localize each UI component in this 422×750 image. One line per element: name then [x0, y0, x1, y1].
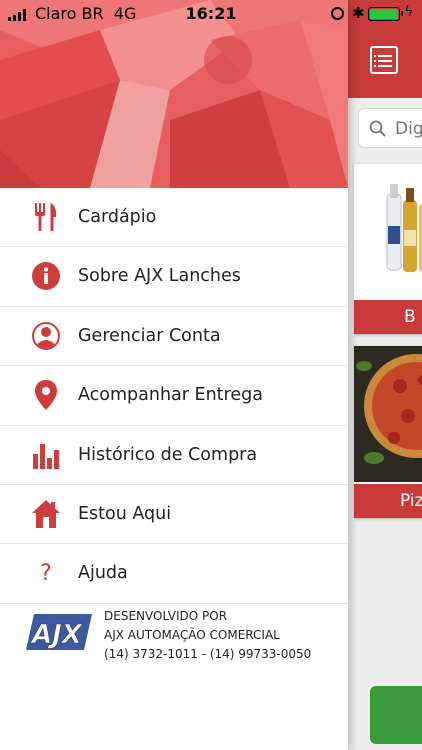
bluetooth-icon: ✱: [352, 4, 365, 22]
drawer-footer: AJX DESENVOLVIDO POR AJX AUTOMAÇÃO COMER…: [0, 604, 348, 674]
background-app-screen: B Piz: [348, 0, 422, 750]
menu-item-label: Ajuda: [78, 563, 128, 584]
menu-item-label: Sobre AJX Lanches: [78, 266, 241, 287]
ajx-logo: AJX: [26, 612, 92, 656]
alarm-icon: [331, 7, 344, 20]
user-icon: [30, 319, 62, 353]
menu-item-label: Estou Aqui: [78, 503, 172, 524]
menu-item-label: Gerenciar Conta: [78, 325, 221, 346]
pizza-image: [354, 346, 422, 482]
charging-bolt-icon: ϟ: [404, 4, 414, 20]
navigation-drawer: Cardápio Sobre AJX Lanches Gerenciar Con…: [0, 0, 348, 750]
menu-list-icon[interactable]: [370, 46, 398, 74]
svg-text:AJX: AJX: [30, 620, 84, 650]
menu-item-ajuda[interactable]: ? Ajuda: [0, 544, 348, 604]
menu-item-estou-aqui[interactable]: Estou Aqui: [0, 485, 348, 545]
bar-chart-icon: [30, 438, 62, 472]
menu-item-historico[interactable]: Histórico de Compra: [0, 426, 348, 485]
developer-phones: (14) 3732-1011 - (14) 99733-0050: [104, 647, 312, 661]
battery-icon: [368, 7, 403, 21]
card-caption: Piz: [354, 484, 422, 518]
home-icon: [30, 497, 62, 531]
menu-item-sobre[interactable]: Sobre AJX Lanches: [0, 247, 348, 307]
menu-item-label: Histórico de Compra: [78, 444, 258, 465]
developer-company: AJX AUTOMAÇÃO COMERCIAL: [104, 628, 280, 642]
status-bar: Claro BR 4G 16:21 ✱ ϟ: [0, 0, 422, 28]
info-icon: [30, 259, 62, 293]
green-action-button[interactable]: [370, 686, 422, 744]
drinks-image: [354, 164, 422, 300]
drawer-menu: Cardápio Sobre AJX Lanches Gerenciar Con…: [0, 188, 348, 604]
question-icon: ?: [40, 560, 52, 586]
menu-item-label: Cardápio: [78, 207, 157, 227]
search-input[interactable]: [395, 117, 422, 141]
category-card-drinks[interactable]: B: [354, 164, 422, 334]
developer-credit: DESENVOLVIDO POR: [104, 609, 228, 623]
menu-item-gerenciar-conta[interactable]: Gerenciar Conta: [0, 307, 348, 367]
search-box[interactable]: [358, 108, 422, 148]
fork-knife-icon: [30, 200, 62, 234]
category-card-pizza[interactable]: Piz: [354, 346, 422, 518]
menu-item-acompanhar-entrega[interactable]: Acompanhar Entrega: [0, 366, 348, 426]
map-pin-icon: [30, 378, 62, 412]
search-icon: [369, 120, 386, 137]
menu-item-label: Acompanhar Entrega: [78, 385, 263, 406]
menu-item-cardapio[interactable]: Cardápio: [0, 188, 348, 248]
drawer-header-banner: [0, 0, 348, 188]
card-caption: B: [354, 300, 422, 334]
